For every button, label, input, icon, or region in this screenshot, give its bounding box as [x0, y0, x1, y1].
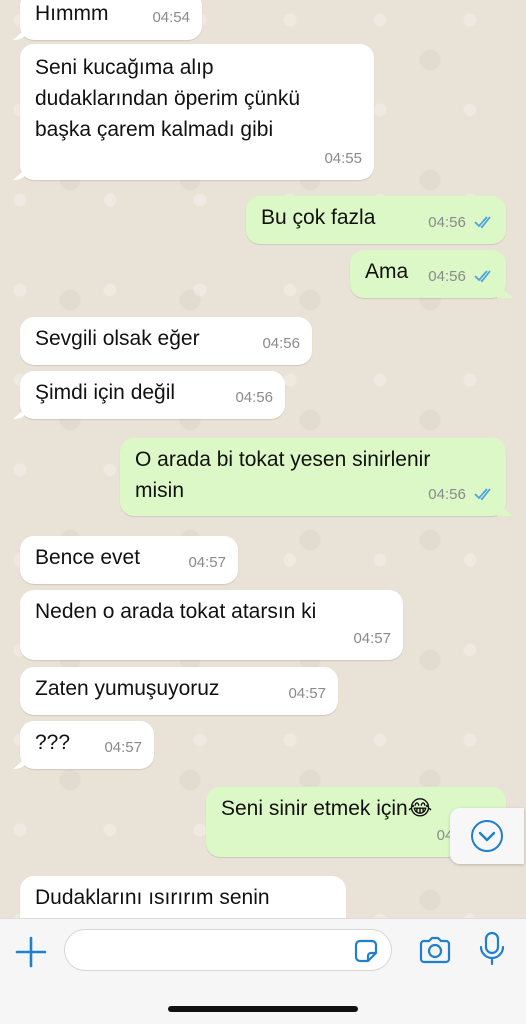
- message-text: Seni kucağıma alıp dudaklarından öperim …: [35, 56, 301, 141]
- message-time: 04:57: [353, 630, 391, 647]
- message-bubble-incoming[interactable]: ??? 04:57: [20, 721, 154, 769]
- camera-icon[interactable]: [418, 935, 452, 965]
- message-bubble-incoming[interactable]: Şimdi için değil 04:56: [20, 371, 285, 419]
- home-indicator[interactable]: [168, 1006, 358, 1012]
- message-text: Dudaklarını ısırırım senin: [35, 886, 270, 909]
- sticker-icon[interactable]: [351, 936, 381, 966]
- message-time: 04:56: [428, 486, 466, 503]
- message-time: 04:55: [324, 150, 362, 167]
- message-time: 04:56: [235, 389, 273, 406]
- message-bubble-outgoing[interactable]: Ama 04:56: [350, 250, 506, 298]
- message-text: Neden o arada tokat atarsın ki: [35, 600, 317, 623]
- message-meta: 04:56: [428, 261, 494, 292]
- message-bubble-incoming[interactable]: Sevgili olsak eğer 04:56: [20, 317, 312, 365]
- message-time: 04:57: [288, 685, 326, 702]
- message-time: 04:56: [262, 335, 300, 352]
- chat-area[interactable]: Hımmm 04:54 Seni kucağıma alıp dudakları…: [0, 0, 526, 918]
- message-bubble-outgoing[interactable]: O arada bi tokat yesen sinirlenir misin …: [120, 438, 506, 516]
- chevron-down-icon: [471, 820, 503, 852]
- message-time: 04:54: [152, 9, 190, 26]
- message-bubble-incoming[interactable]: Bence evet 04:57: [20, 536, 238, 584]
- message-bubble-incoming[interactable]: Dudaklarını ısırırım senin: [20, 876, 346, 918]
- microphone-icon[interactable]: [478, 931, 506, 967]
- message-time: 04:56: [428, 214, 466, 231]
- message-time: 04:56: [428, 268, 466, 285]
- scroll-to-bottom-button[interactable]: [450, 808, 524, 864]
- double-check-icon: [474, 488, 491, 501]
- message-meta: 04:56: [428, 479, 494, 510]
- message-bubble-outgoing[interactable]: Bu çok fazla 04:56: [246, 196, 506, 244]
- composer-bar: [0, 918, 526, 1024]
- double-check-icon: [474, 270, 491, 283]
- message-input[interactable]: [64, 929, 392, 971]
- message-bubble-incoming[interactable]: Seni kucağıma alıp dudaklarından öperim …: [20, 44, 374, 180]
- message-meta: 04:56: [428, 207, 494, 238]
- double-check-icon: [474, 216, 491, 229]
- message-bubble-incoming[interactable]: Neden o arada tokat atarsın ki 04:57: [20, 590, 403, 660]
- plus-icon[interactable]: [14, 935, 48, 969]
- message-time: 04:57: [104, 739, 142, 756]
- message-time: 04:57: [188, 554, 226, 571]
- message-bubble-incoming[interactable]: Hımmm 04:54: [20, 0, 202, 40]
- message-bubble-incoming[interactable]: Zaten yumuşuyoruz 04:57: [20, 667, 338, 715]
